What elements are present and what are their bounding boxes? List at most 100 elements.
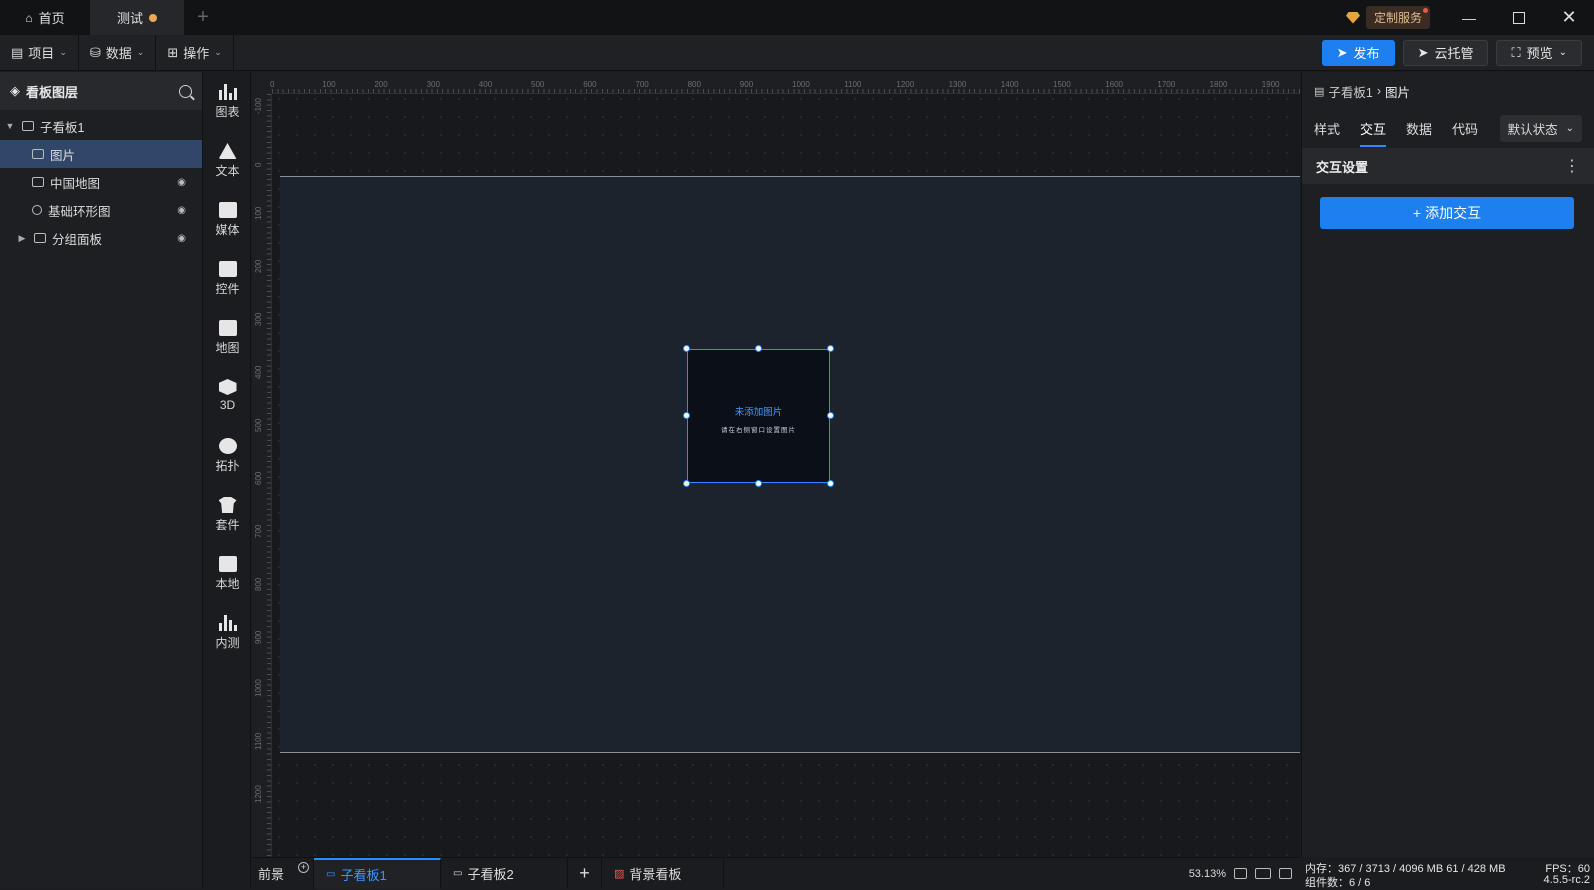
diamond-icon [1345, 11, 1360, 24]
ruler-tick-label: 600 [583, 80, 597, 89]
board-tab-2[interactable]: ▭ 子看板2 [441, 858, 568, 889]
topology-icon [218, 438, 237, 454]
resize-handle[interactable] [755, 480, 762, 487]
close-button[interactable]: ✕ [1544, 0, 1594, 35]
component-control[interactable]: 控件 [204, 261, 251, 297]
component-map[interactable]: 地图 [204, 320, 251, 356]
menu-operation[interactable]: ⊞ 操作 ⌄ [156, 35, 234, 70]
vertical-ruler[interactable]: -100 0 100 200 300 400 500 600 700 800 900 1000 1100… [252, 94, 272, 857]
horizontal-ruler[interactable]: 0 100 200 300 400 500 600 700 800 900 1000 1100 1200… [270, 72, 1300, 94]
design-canvas[interactable]: 0 100 200 300 400 500 600 700 800 900 1000 1100 1200… [252, 72, 1300, 857]
layer-item-image[interactable]: 图片 [0, 140, 202, 168]
resize-handle[interactable] [827, 412, 834, 419]
resize-handle[interactable] [827, 480, 834, 487]
layer-item-group-panel[interactable]: ▶ 分组面板 ◉ [0, 224, 202, 252]
resize-handle[interactable] [827, 345, 834, 352]
tab-home[interactable]: ⌂ 首页 [0, 0, 90, 35]
tab-test[interactable]: 测试 [90, 0, 184, 35]
caret-right-icon[interactable]: ▶ [16, 233, 28, 244]
ruler-tick-label: 800 [687, 80, 701, 89]
layer-label: 子看板1 [40, 120, 85, 135]
hidden-eye-icon[interactable]: ◉ [177, 177, 186, 188]
ruler-tick-label: 600 [254, 471, 263, 485]
component-label: 内测 [215, 636, 240, 650]
ruler-tick-label: 300 [254, 312, 263, 326]
search-icon[interactable] [179, 84, 192, 98]
hidden-eye-icon[interactable]: ◉ [177, 205, 186, 216]
layer-item-subboard1[interactable]: ▼ 子看板1 [0, 112, 202, 140]
board-tab-1[interactable]: ▭ 子看板1 [314, 858, 441, 889]
maximize-button[interactable] [1494, 0, 1544, 35]
resize-handle[interactable] [683, 412, 690, 419]
layer-item-china-map[interactable]: 中国地图 ◉ [0, 168, 202, 196]
status-bar: 内存：367 / 3713 / 4096 MB 61 / 428 MB FPS：… [1301, 857, 1594, 889]
chevron-down-icon: ⌄ [1565, 122, 1574, 134]
component-local[interactable]: 本地 [204, 556, 251, 592]
component-topology[interactable]: 拓扑 [204, 438, 251, 474]
component-label: 拓扑 [215, 459, 240, 473]
fps-status: FPS：60 [1545, 863, 1590, 875]
menu-project[interactable]: ▤ 项目 ⌄ [0, 35, 79, 70]
menu-data[interactable]: ⛁ 数据 ⌄ [79, 35, 157, 70]
image-element[interactable]: 未添加图片 请在右侧窗口设置图片 [683, 345, 834, 487]
zoom-level[interactable]: 53.13% [1189, 868, 1226, 880]
ruler-tick-label: 700 [635, 80, 649, 89]
tab-style[interactable]: 样式 [1314, 119, 1340, 138]
background-board-tab[interactable]: ▨ 背景看板 [602, 858, 724, 889]
tab-data[interactable]: 数据 [1406, 119, 1432, 138]
minimize-button[interactable]: — [1444, 0, 1494, 35]
ruler-tick-label: 100 [322, 80, 336, 89]
component-suite[interactable]: 套件 [204, 497, 251, 533]
layer-label: 中国地图 [50, 176, 101, 191]
ruler-tick-label: 400 [254, 365, 263, 379]
layers-icon: ◈ [10, 83, 20, 98]
add-interaction-button[interactable]: + 添加交互 [1320, 197, 1574, 229]
ruler-tick-label: 1100 [254, 732, 263, 750]
custom-service-button[interactable]: 定制服务 [1345, 6, 1430, 29]
hidden-eye-icon[interactable]: ◉ [177, 233, 186, 244]
control-icon [218, 261, 237, 277]
component-media[interactable]: 媒体 [204, 202, 251, 238]
ruler-tick-label: 200 [254, 259, 263, 273]
component-3d[interactable]: 3D [204, 379, 251, 412]
properties-panel: ▤ 子看板1 › 图片 样式 交互 数据 代码 默认状态 ⌄ 交互设置 ⋮ + … [1301, 72, 1594, 857]
caret-down-icon[interactable]: ▼ [4, 121, 16, 131]
component-label: 3D [219, 398, 236, 412]
resize-handle[interactable] [683, 480, 690, 487]
component-chart[interactable]: 图表 [204, 84, 251, 120]
resize-handle[interactable] [755, 345, 762, 352]
tab-interaction[interactable]: 交互 [1360, 119, 1387, 147]
terminal-icon[interactable] [1279, 868, 1292, 879]
state-select[interactable]: 默认状态 ⌄ [1499, 114, 1582, 142]
tab-code[interactable]: 代码 [1452, 119, 1478, 138]
add-tab-button[interactable]: + [184, 0, 222, 35]
layer-item-ring-chart[interactable]: 基础环形图 ◉ [0, 196, 202, 224]
publish-button[interactable]: ➤ 发布 [1321, 39, 1395, 66]
grid-icon: ⊞ [167, 44, 179, 60]
layer-label: 基础环形图 [48, 204, 111, 219]
add-board-button[interactable]: + [568, 858, 602, 889]
preview-button[interactable]: ⛶ 预览 ⌄ [1496, 39, 1582, 66]
foreground-tab[interactable]: 前景 + [252, 858, 314, 889]
title-bar: ⌂ 首页 测试 + 定制服务 — ✕ [0, 0, 1594, 35]
breadcrumb-current: 图片 [1385, 85, 1411, 100]
fit-screen-icon[interactable] [1234, 868, 1247, 879]
ruler-tick-label: 1700 [1157, 80, 1176, 89]
ruler-tick-label: 0 [270, 80, 275, 89]
chevron-down-icon: ⌄ [136, 47, 145, 57]
keyboard-icon[interactable] [1255, 868, 1271, 879]
bar-chart-icon [218, 615, 237, 631]
component-beta[interactable]: 内测 [204, 615, 251, 651]
cloud-hosting-button[interactable]: ➤ 云托管 [1402, 39, 1489, 66]
camera-icon [218, 202, 237, 218]
board-tab-label: 子看板1 [340, 868, 387, 883]
resize-handle[interactable] [683, 345, 690, 352]
send-icon: ➤ [1417, 44, 1429, 60]
breadcrumb-parent[interactable]: 子看板1 [1328, 82, 1372, 101]
ruler-tick-label: -100 [254, 97, 263, 114]
more-vertical-icon[interactable]: ⋮ [1564, 156, 1580, 176]
add-circle-icon[interactable]: + [298, 862, 309, 873]
layers-title: 看板图层 [26, 84, 79, 100]
ruler-tick-label: 0 [254, 162, 263, 167]
component-text[interactable]: 文本 [204, 143, 251, 179]
